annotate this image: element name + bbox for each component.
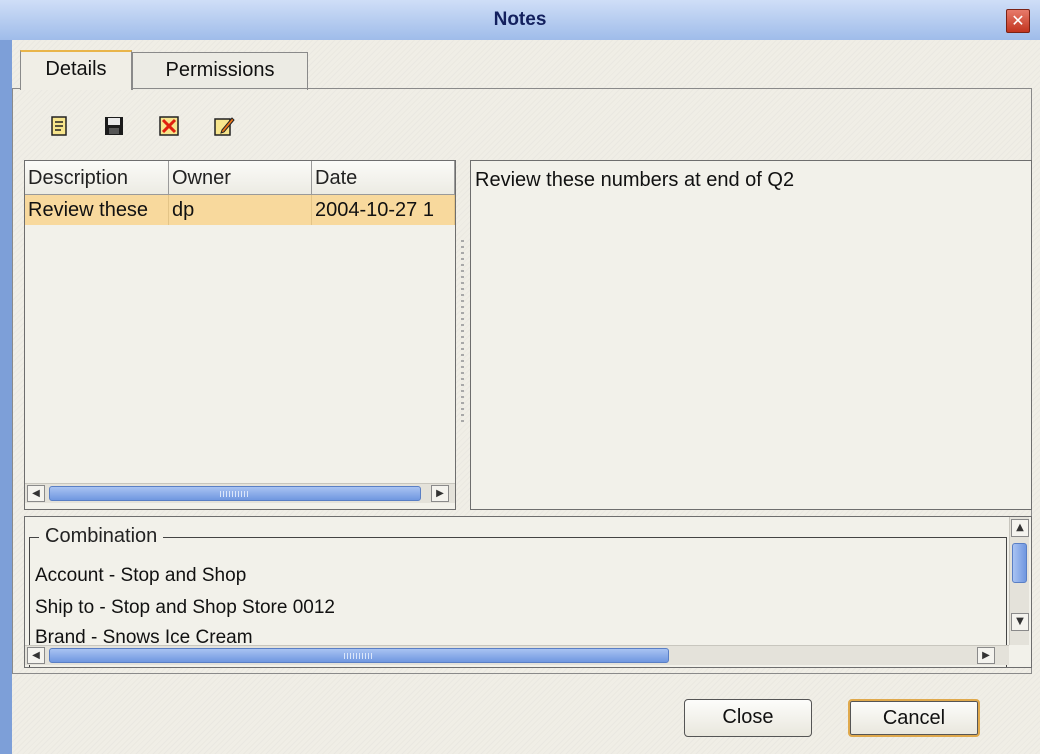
cell-description: Review these — [25, 195, 169, 225]
cancel-button[interactable]: Cancel — [848, 699, 980, 737]
cell-date: 2004-10-27 1 — [312, 195, 455, 225]
column-header-date[interactable]: Date — [312, 161, 455, 195]
column-header-owner[interactable]: Owner — [169, 161, 312, 195]
cell-owner: dp — [169, 195, 312, 225]
scroll-up-button[interactable]: ▲ — [1011, 519, 1029, 537]
scroll-left-button[interactable]: ◀ — [27, 485, 45, 502]
combination-line: Ship to - Stop and Shop Store 0012 — [35, 597, 335, 618]
scroll-down-button[interactable]: ▼ — [1011, 613, 1029, 631]
edit-icon[interactable] — [213, 115, 235, 137]
combination-legend: Combination — [39, 525, 164, 548]
new-note-icon[interactable] — [48, 115, 70, 137]
notes-dialog: Notes ✕ Details Permissions Description … — [0, 0, 1040, 754]
combination-line: Account - Stop and Shop — [35, 565, 247, 586]
title-bar[interactable]: Notes ✕ — [0, 0, 1040, 41]
window-title: Notes — [493, 9, 547, 30]
split-pane-divider[interactable] — [461, 240, 464, 425]
tab-details-label: Details — [45, 58, 107, 80]
tab-permissions[interactable]: Permissions — [132, 52, 308, 90]
combination-pane: Combination Account - Stop and Shop Ship… — [24, 516, 1032, 668]
combination-hscrollbar[interactable]: ◀ ▶ — [25, 645, 1009, 665]
scroll-right-button[interactable]: ▶ — [977, 647, 995, 664]
note-text[interactable]: Review these numbers at end of Q2 — [475, 169, 794, 192]
column-header-description[interactable]: Description — [25, 161, 169, 195]
scroll-right-button[interactable]: ▶ — [431, 485, 449, 502]
scroll-thumb[interactable] — [49, 486, 421, 501]
scroll-thumb[interactable] — [49, 648, 669, 663]
delete-icon[interactable] — [158, 115, 180, 137]
combination-vscrollbar[interactable]: ▲ ▼ — [1009, 517, 1029, 645]
save-icon[interactable] — [103, 115, 125, 137]
tab-details[interactable]: Details — [20, 50, 132, 90]
vscroll-thumb[interactable] — [1012, 543, 1027, 583]
notes-table-hscrollbar[interactable]: ◀ ▶ — [25, 483, 455, 503]
note-detail-pane: Review these numbers at end of Q2 — [470, 160, 1032, 510]
close-window-icon[interactable]: ✕ — [1006, 9, 1030, 33]
notes-table: Description Owner Date Review these dp 2… — [24, 160, 456, 510]
scroll-left-button[interactable]: ◀ — [27, 647, 45, 664]
tab-permissions-label: Permissions — [165, 59, 275, 81]
close-button[interactable]: Close — [684, 699, 812, 737]
